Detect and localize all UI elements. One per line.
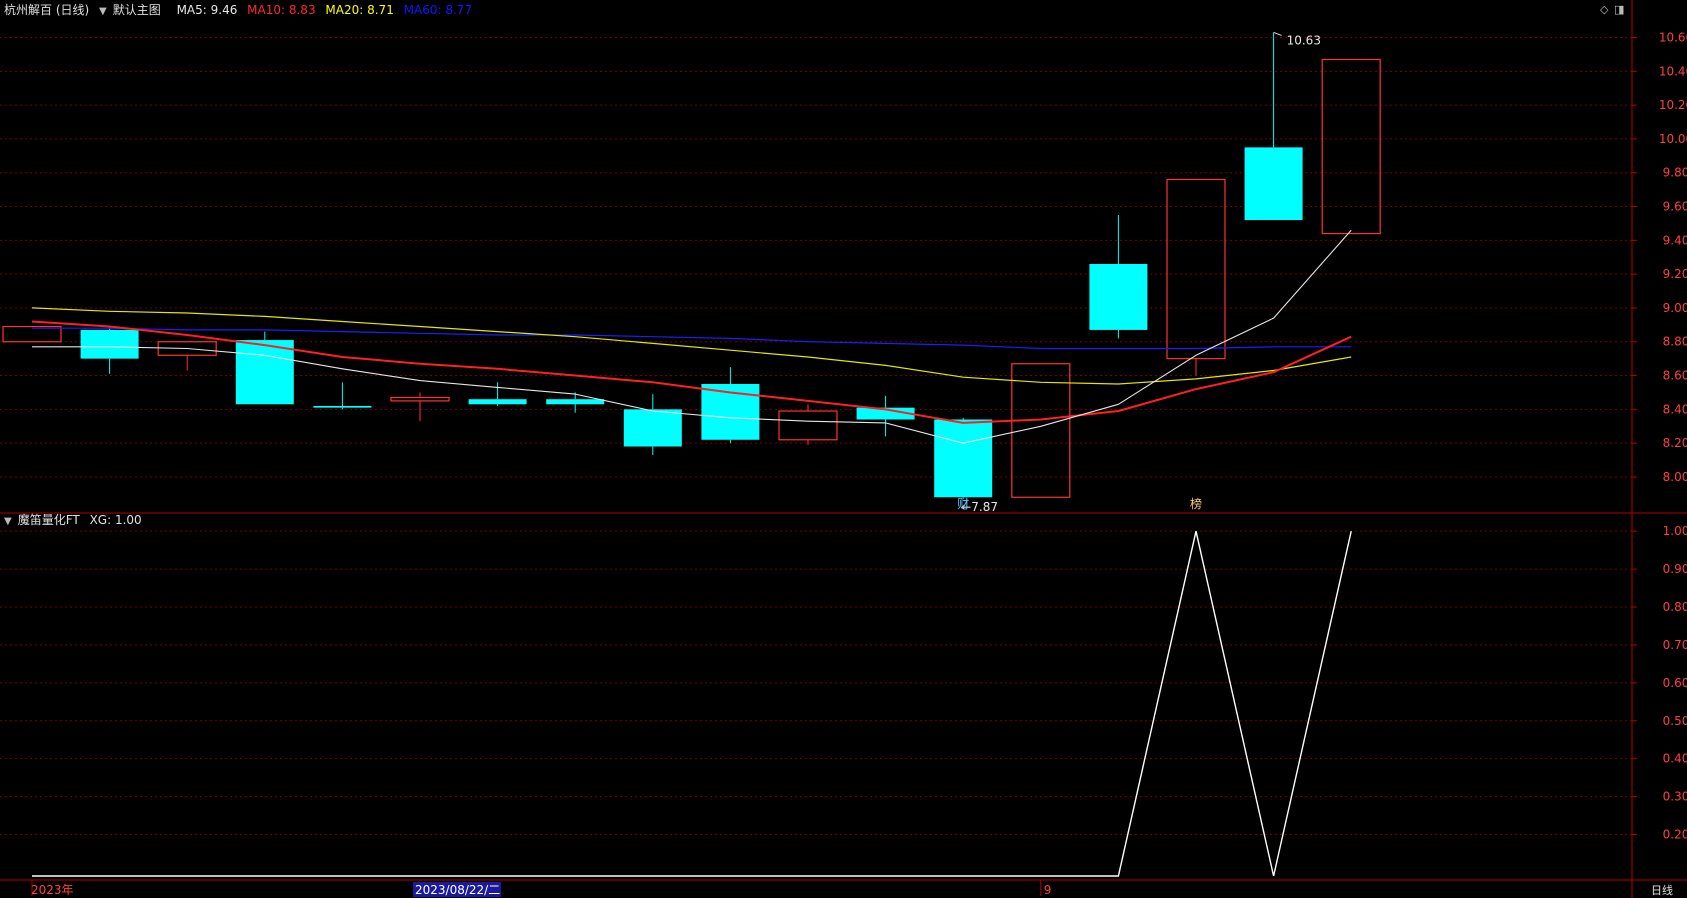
y-tick-label: 10.00 (1659, 132, 1687, 146)
candle-body-down (468, 399, 527, 405)
candle-body-up (2, 325, 62, 343)
candle-body-up (778, 410, 838, 441)
y-tick-label: 0.50 (1663, 714, 1687, 728)
candle[interactable] (80, 326, 139, 374)
sub-chart-header: ▼ 魔笛量化FT XG: 1.00 (4, 512, 148, 530)
diamond-icon[interactable]: ◇ (1600, 4, 1608, 16)
main-y-axis: 10.60 10.40 10.20 10.00 9.80 9.60 9.40 9.20 9.00… (1632, 31, 1687, 484)
moving-average-lines (31, 229, 1352, 444)
y-tick-label: 10.20 (1659, 98, 1687, 112)
x-axis-label: 2023年 (31, 880, 74, 897)
candle-body-down (1244, 147, 1303, 221)
candle[interactable] (856, 395, 915, 437)
chart-canvas[interactable]: 10.60 10.40 10.20 10.00 9.80 9.60 9.40 9.20 9.00… (0, 0, 1687, 898)
y-tick-label: 0.80 (1663, 600, 1687, 614)
y-tick-label: 0.60 (1663, 676, 1687, 690)
xg-line (32, 531, 1352, 877)
y-tick-label: 9.20 (1663, 267, 1687, 281)
x-axis-label: 9 (1040, 880, 1052, 897)
y-tick-label: 0.20 (1663, 828, 1687, 842)
period-label[interactable]: 日线 (1651, 884, 1673, 897)
x-axis-label: 2023/08/22/二 (413, 882, 501, 897)
ma60-legend: MA60: 8.77 (403, 3, 473, 17)
high-marker-arrow (1273, 31, 1282, 36)
candle[interactable] (157, 341, 217, 371)
xg-series (32, 531, 1352, 877)
template-label: 默认主图 (112, 3, 161, 17)
candle-body-down (623, 409, 682, 447)
candle[interactable] (1321, 58, 1381, 235)
xg-value-legend: XG: 1.00 (89, 513, 142, 527)
window-toggle-icon[interactable]: ◨ (1614, 4, 1624, 16)
y-tick-label: 0.70 (1663, 638, 1687, 652)
event-marker: 榜 (1190, 496, 1202, 511)
y-tick-label: 9.80 (1663, 166, 1687, 180)
y-tick-label: 9.60 (1663, 200, 1687, 214)
candle[interactable] (1089, 214, 1148, 339)
candle[interactable] (623, 394, 682, 455)
y-tick-label: 8.00 (1663, 470, 1687, 484)
candle[interactable] (313, 382, 372, 410)
main-chart-header: 杭州解百 (日线) ▼ 默认主图 MA5: 9.46 MA10: 8.83 MA2… (4, 2, 478, 20)
template-selector[interactable]: ▼ 默认主图 (99, 3, 171, 17)
y-tick-label: 1.00 (1663, 524, 1687, 538)
y-tick-label: 9.40 (1663, 233, 1687, 247)
sub-y-axis: 1.00 0.90 0.80 0.70 0.60 0.50 0.40 0.30 0.20 (1632, 524, 1687, 842)
x-axis-label-text: 9 (1044, 883, 1052, 897)
chart-frame (0, 0, 1687, 898)
candle[interactable] (701, 367, 760, 444)
candle-body-down (1089, 264, 1148, 330)
collapse-icon[interactable]: ▼ (4, 516, 12, 527)
candle-body-down (80, 329, 139, 359)
y-tick-label: 10.40 (1659, 64, 1687, 78)
y-tick-label: 8.60 (1663, 369, 1687, 383)
ma10-legend: MA10: 8.83 (247, 3, 316, 17)
candle[interactable] (2, 325, 62, 343)
indicator-title[interactable]: 魔笛量化FT (18, 513, 80, 527)
candle-body-down (313, 405, 372, 408)
candle-body-down (235, 340, 294, 405)
ma60-line (32, 327, 1352, 350)
stock-title[interactable]: 杭州解百 (日线) (4, 3, 89, 17)
x-axis-label-text: 2023年 (31, 883, 74, 897)
y-tick-label: 0.90 (1663, 562, 1687, 576)
candle[interactable] (1244, 32, 1303, 221)
x-axis-label-text: 2023/08/22/二 (415, 883, 500, 897)
candle[interactable] (778, 404, 838, 445)
sub-grid (0, 530, 1632, 835)
dropdown-icon[interactable]: ▼ (99, 6, 107, 17)
y-tick-label: 8.20 (1663, 436, 1687, 450)
high-price-label: 10.63 (1287, 33, 1321, 47)
candle-body-up (390, 396, 450, 402)
y-tick-label: 0.40 (1663, 752, 1687, 766)
y-tick-label: 0.30 (1663, 790, 1687, 804)
ma5-legend: MA5: 9.46 (176, 3, 238, 17)
ma20-line (31, 307, 1352, 385)
y-tick-label: 9.00 (1663, 301, 1687, 315)
event-marker: 财 (957, 497, 969, 511)
candle[interactable] (934, 417, 993, 499)
y-tick-label: 8.40 (1663, 402, 1687, 416)
y-tick-label: 8.80 (1663, 335, 1687, 349)
ma5-line (32, 229, 1352, 444)
y-tick-label: 10.60 (1659, 31, 1687, 45)
ma20-legend: MA20: 8.71 (325, 3, 394, 17)
candlestick-series[interactable] (2, 32, 1381, 499)
candle-body-down (546, 399, 605, 405)
ma10-line (31, 320, 1352, 424)
candle-body-up (1321, 58, 1381, 235)
x-axis: 2023年 2023/08/22/二 9 (31, 880, 1051, 897)
candle-body-down (934, 419, 993, 498)
candle[interactable] (390, 392, 450, 422)
